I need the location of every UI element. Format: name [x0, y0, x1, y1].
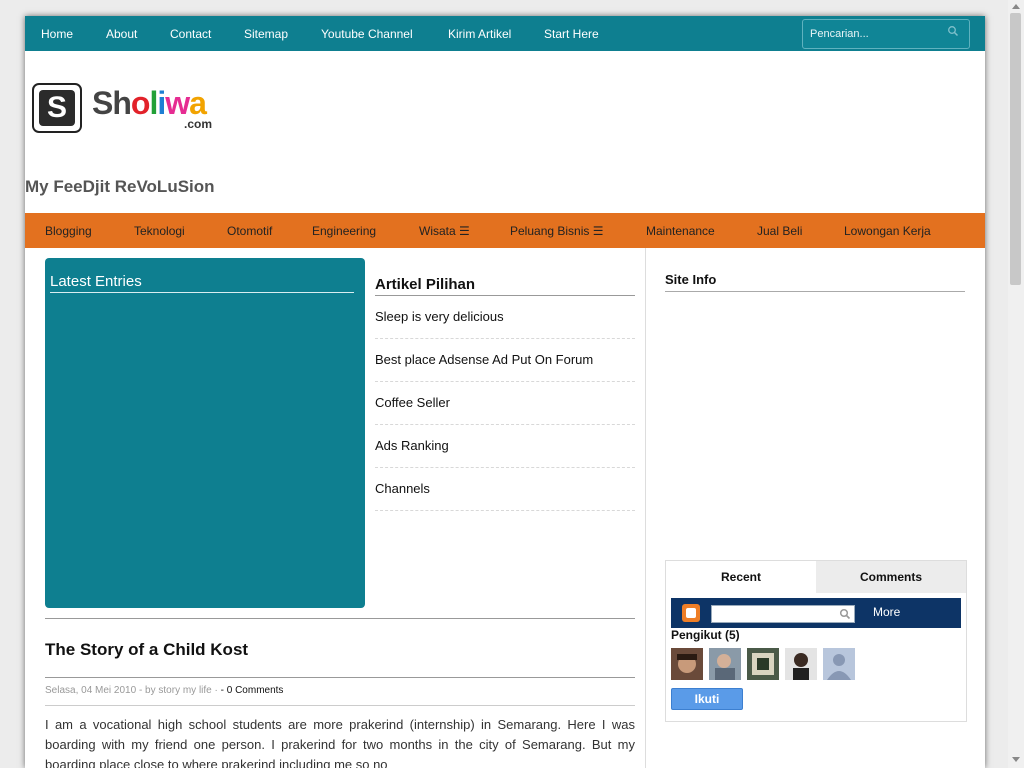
followers-widget: Recent Comments More Pengikut (5) Ikuti — [665, 560, 967, 722]
nav-start-here-link[interactable]: Start Here — [544, 27, 599, 41]
site-info-title: Site Info — [665, 272, 965, 292]
follower-avatar[interactable] — [785, 648, 817, 680]
cat-blogging-link[interactable]: Blogging — [45, 224, 92, 238]
nav-about-link[interactable]: About — [106, 27, 137, 41]
nav-sitemap-link[interactable]: Sitemap — [244, 27, 288, 41]
logo-text-part: Sh — [92, 85, 132, 121]
artikel-item[interactable]: Sleep is very delicious — [375, 296, 635, 339]
search-box — [802, 19, 970, 49]
followers-count: Pengikut (5) — [671, 628, 740, 642]
artikel-pilihan-title: Artikel Pilihan — [375, 276, 635, 296]
tab-comments[interactable]: Comments — [816, 561, 966, 593]
search-input[interactable] — [810, 26, 942, 42]
post-meta: Selasa, 04 Mei 2010 - by story my life ·… — [45, 685, 283, 696]
more-link[interactable]: More — [873, 605, 900, 619]
scroll-up-icon[interactable] — [1012, 4, 1020, 9]
cat-peluang-bisnis-menu[interactable]: Peluang Bisnis ☰ — [510, 224, 603, 238]
logo-letter: S — [39, 90, 75, 126]
artikel-item[interactable]: Ads Ranking — [375, 425, 635, 468]
nav-home-link[interactable]: Home — [41, 27, 73, 41]
site-logo[interactable]: S Sholiwa .com — [32, 83, 222, 133]
cat-jual-beli-link[interactable]: Jual Beli — [757, 224, 802, 238]
blog-title[interactable]: My FeeDjit ReVoLuSion — [25, 177, 215, 197]
nav-contact-link[interactable]: Contact — [170, 27, 211, 41]
top-navbar: Home About Contact Sitemap Youtube Chann… — [25, 16, 985, 51]
search-icon[interactable] — [947, 25, 959, 37]
artikel-item[interactable]: Best place Adsense Ad Put On Forum — [375, 339, 635, 382]
logo-text-part: w — [165, 85, 190, 121]
tab-recent[interactable]: Recent — [666, 561, 816, 593]
nav-youtube-link[interactable]: Youtube Channel — [321, 27, 413, 41]
cat-teknologi-link[interactable]: Teknologi — [134, 224, 185, 238]
column-divider — [645, 248, 646, 768]
followers-search-input[interactable] — [711, 605, 855, 623]
artikel-item[interactable]: Coffee Seller — [375, 382, 635, 425]
divider — [45, 618, 635, 619]
latest-entries-title: Latest Entries — [50, 273, 354, 293]
artikel-item[interactable]: Channels — [375, 468, 635, 511]
cat-otomotif-link[interactable]: Otomotif — [227, 224, 272, 238]
follower-avatar[interactable] — [823, 648, 855, 680]
post-comments-link[interactable]: - 0 Comments — [221, 685, 284, 696]
search-icon — [839, 608, 851, 620]
post-title[interactable]: The Story of a Child Kost — [45, 640, 248, 660]
latest-entries-panel: Latest Entries — [45, 258, 365, 608]
divider — [45, 677, 635, 678]
nav-kirim-artikel-link[interactable]: Kirim Artikel — [448, 27, 511, 41]
scroll-down-icon[interactable] — [1012, 757, 1020, 762]
follower-avatar[interactable] — [709, 648, 741, 680]
post-body: I am a vocational high school students a… — [45, 717, 635, 768]
cat-lowongan-kerja-link[interactable]: Lowongan Kerja — [844, 224, 931, 238]
page-container: Home About Contact Sitemap Youtube Chann… — [25, 16, 985, 768]
page-scrollbar[interactable] — [1008, 0, 1024, 768]
logo-suffix: .com — [184, 117, 213, 131]
cat-engineering-link[interactable]: Engineering — [312, 224, 376, 238]
logo-badge: S — [32, 83, 82, 133]
blogger-icon[interactable] — [682, 604, 700, 622]
category-navbar: Blogging Teknologi Otomotif Engineering … — [25, 213, 985, 248]
logo-text-part: a — [189, 85, 207, 121]
follower-avatar[interactable] — [671, 648, 703, 680]
divider — [45, 705, 635, 706]
cat-maintenance-link[interactable]: Maintenance — [646, 224, 715, 238]
follow-button[interactable]: Ikuti — [671, 688, 743, 710]
followers-bar: More — [671, 598, 961, 628]
artikel-pilihan-list: Artikel Pilihan Sleep is very delicious … — [375, 276, 635, 511]
post-meta-text: Selasa, 04 Mei 2010 - by story my life · — [45, 685, 218, 696]
logo-text-part: o — [130, 85, 151, 121]
scrollbar-thumb[interactable] — [1010, 13, 1021, 285]
cat-wisata-menu[interactable]: Wisata ☰ — [419, 224, 470, 238]
follower-avatar[interactable] — [747, 648, 779, 680]
